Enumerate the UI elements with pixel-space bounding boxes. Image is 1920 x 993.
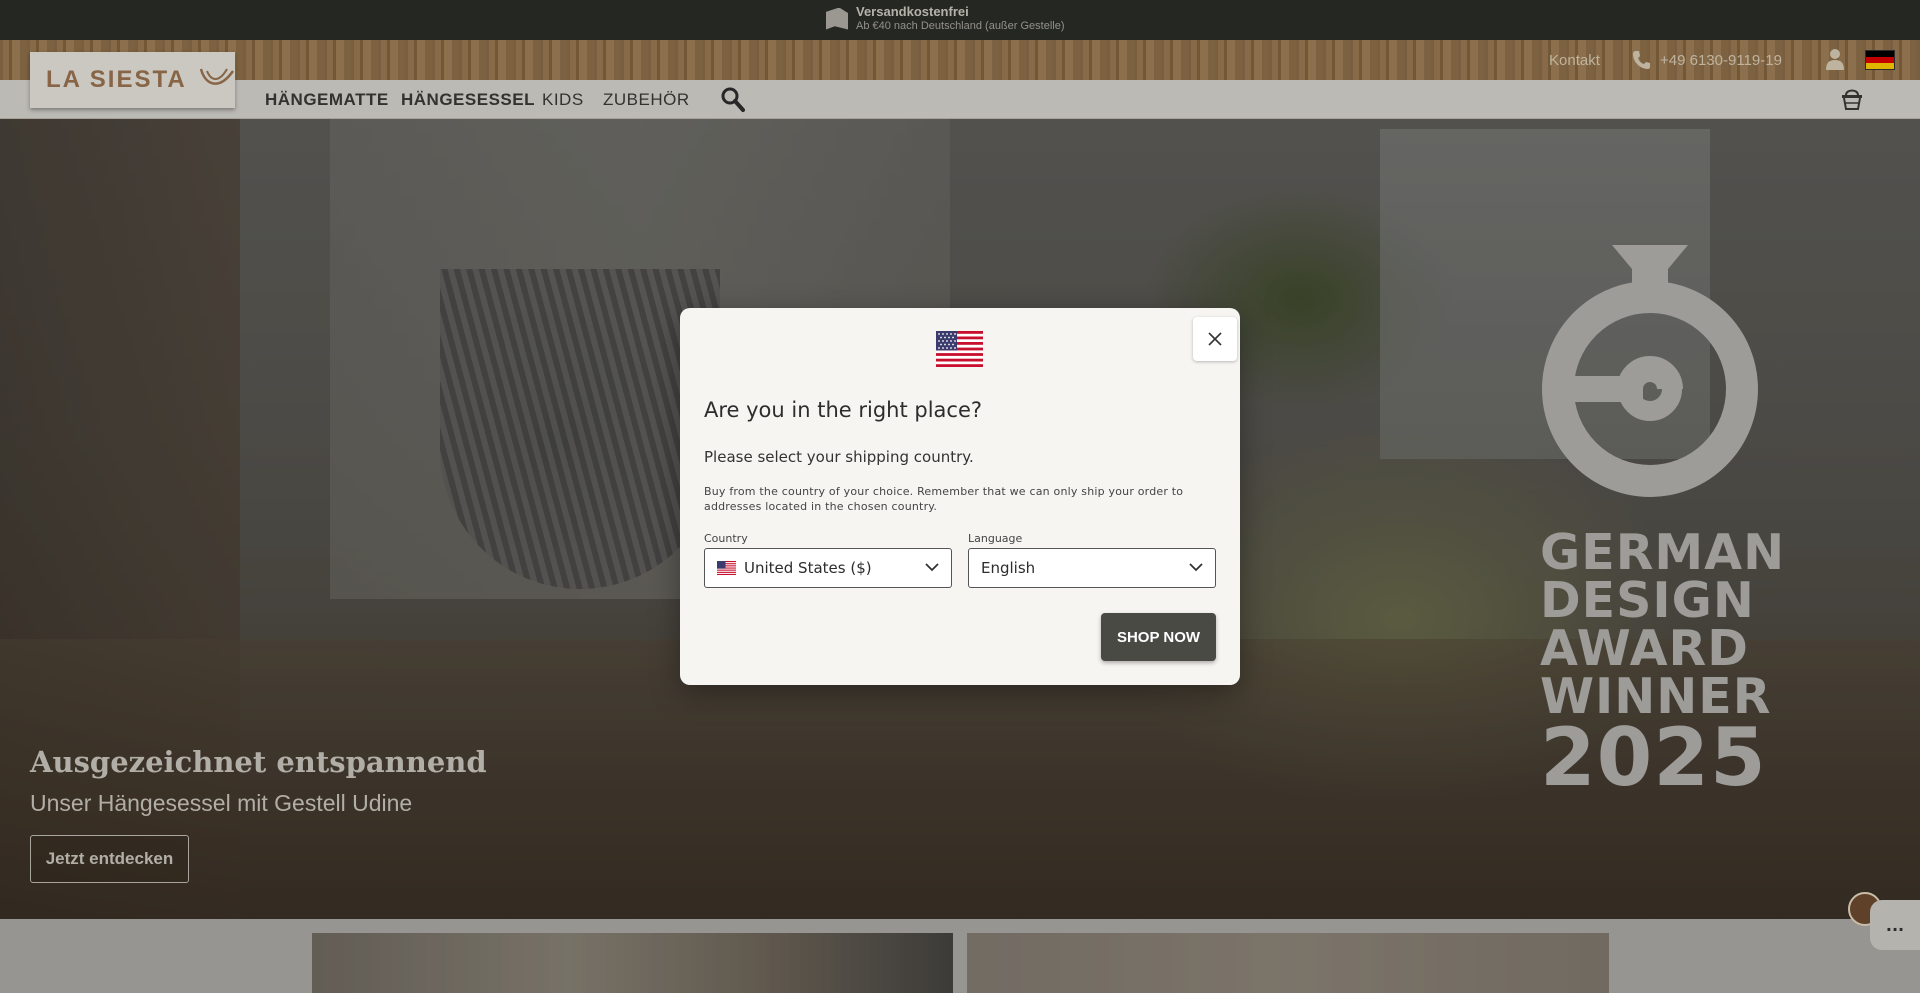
shop-now-button[interactable]: SHOP NOW <box>1101 613 1216 661</box>
close-button[interactable] <box>1193 317 1237 361</box>
country-value: United States ($) <box>744 559 872 577</box>
country-selector-dialog: Are you in the right place? Please selec… <box>680 308 1240 685</box>
us-flag-icon <box>936 331 983 367</box>
language-select[interactable]: English <box>968 548 1216 588</box>
dialog-prompt: Please select your shipping country. <box>704 448 974 466</box>
dialog-title: Are you in the right place? <box>704 398 983 422</box>
language-label: Language <box>968 532 1023 545</box>
us-flag-icon <box>717 561 736 575</box>
dialog-note: Buy from the country of your choice. Rem… <box>704 485 1184 513</box>
country-select[interactable]: United States ($) <box>704 548 952 588</box>
chevron-down-icon <box>925 563 939 572</box>
close-icon <box>1208 332 1222 346</box>
country-label: Country <box>704 532 748 545</box>
language-value: English <box>981 559 1036 577</box>
chevron-down-icon <box>1189 563 1203 572</box>
